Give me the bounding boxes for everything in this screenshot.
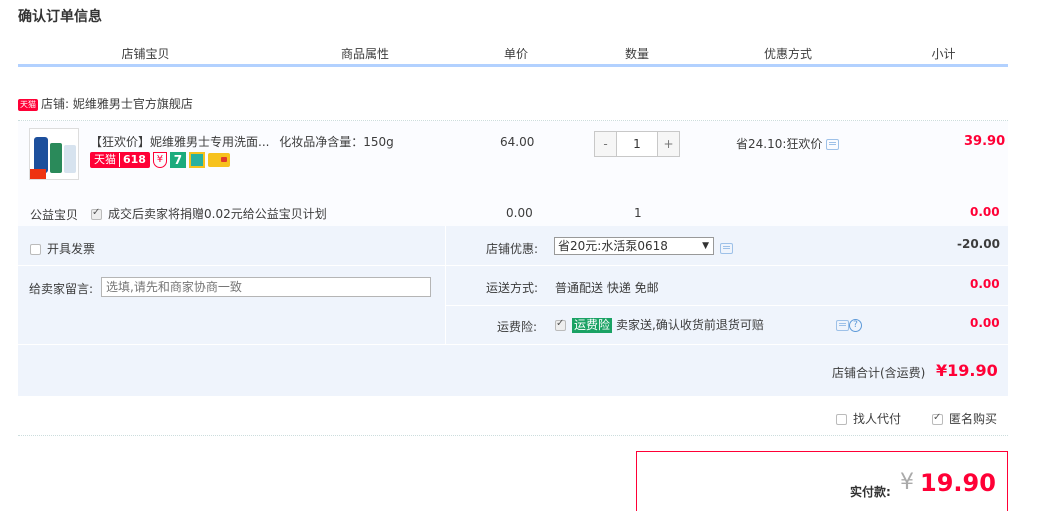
message-label: 给卖家留言: xyxy=(29,282,94,296)
product-attribute: 化妆品净含量：150g xyxy=(279,135,394,149)
proxy-pay-label: 找人代付 xyxy=(853,412,902,426)
charity-checkbox[interactable] xyxy=(91,207,102,220)
proxy-pay-checkbox[interactable] xyxy=(836,414,847,425)
header-discount: 优惠方式 xyxy=(763,47,812,61)
header-underline xyxy=(18,64,1008,67)
tmall-logo-icon: 天猫 xyxy=(18,98,38,111)
tmall-618-badge: 天猫 618 xyxy=(90,151,150,168)
shipping-amount: 0.00 xyxy=(970,277,1000,291)
product-title-link[interactable]: 【狂欢价】妮维雅男士专用洗面... xyxy=(90,135,269,149)
dropdown-arrow-icon: ▼ xyxy=(702,241,709,251)
shop-total-label: 店铺合计(含运费) xyxy=(832,366,926,380)
insurance-label: 运费险: xyxy=(497,320,538,334)
quantity-input[interactable] xyxy=(617,132,657,156)
product-thumbnail[interactable] xyxy=(29,128,79,180)
shop-discount-select[interactable]: 省20元:水活泵0618 ▼ xyxy=(554,237,714,255)
invoice-checkbox[interactable] xyxy=(30,244,41,255)
payment-amount: 19.90 xyxy=(920,469,996,497)
insurance-icons: ? xyxy=(832,318,862,332)
charity-quantity: 1 xyxy=(634,206,642,220)
shop-row: 天猫 店铺: 妮维雅男士官方旗舰店 xyxy=(18,96,193,112)
insurance-option: 运费险卖家送,确认收货前退货可赔 xyxy=(555,316,764,333)
product-badges: 天猫 618 ¥ 7 xyxy=(90,151,230,168)
message-input[interactable] xyxy=(101,277,431,297)
item-subtotal: 39.90 xyxy=(964,134,1006,149)
quantity-increase-button[interactable]: + xyxy=(657,132,679,156)
payment-label: 实付款: xyxy=(850,485,891,499)
header-attribute: 商品属性 xyxy=(340,47,389,61)
chat-icon[interactable] xyxy=(826,139,840,150)
discount-text: 省24.10:狂欢价 xyxy=(736,137,823,151)
shop-total-value: ¥19.90 xyxy=(936,361,998,380)
insurance-text: 卖家送,确认收货前退货可赔 xyxy=(616,318,764,332)
shop-name[interactable]: 店铺: 妮维雅男士官方旗舰店 xyxy=(41,97,193,111)
help-icon[interactable]: ? xyxy=(849,319,862,332)
shop-discount-amount: -20.00 xyxy=(957,237,1000,251)
shipping-method: 普通配送 快递 免邮 xyxy=(555,281,659,295)
anonymous-option: 匿名购买 xyxy=(932,410,997,427)
item-discount: 省24.10:狂欢价 xyxy=(736,135,840,152)
anonymous-label: 匿名购买 xyxy=(949,412,998,426)
charity-subtotal: 0.00 xyxy=(970,205,1000,219)
charity-label: 公益宝贝 xyxy=(30,208,79,222)
service-icon[interactable] xyxy=(188,151,205,168)
charity-text: 成交后卖家将捐赠0.02元给公益宝贝计划 xyxy=(108,207,327,221)
invoice-option: 开具发票 xyxy=(30,240,95,257)
page-title: 确认订单信息 xyxy=(18,9,102,25)
shop-discount-value: 省20元:水活泵0618 xyxy=(558,239,668,253)
product-title-row: 【狂欢价】妮维雅男士专用洗面... 化妆品净含量：150g xyxy=(90,133,394,150)
header-unit-price: 单价 xyxy=(503,47,528,61)
shipping-label: 运送方式: xyxy=(486,281,539,295)
payment-currency: ¥ xyxy=(900,470,914,495)
proxy-pay-option: 找人代付 xyxy=(836,410,901,427)
anonymous-checkbox[interactable] xyxy=(932,412,943,425)
shop-discount-label: 店铺优惠: xyxy=(486,242,539,256)
insurance-checkbox[interactable] xyxy=(555,318,566,331)
shield-icon[interactable]: ¥ xyxy=(152,151,167,168)
quantity-stepper: - + xyxy=(594,131,680,157)
header-shop-item: 店铺宝贝 xyxy=(121,47,170,61)
quantity-decrease-button[interactable]: - xyxy=(595,132,617,156)
options-divider xyxy=(445,226,446,344)
item-unit-price: 64.00 xyxy=(500,135,535,149)
insurance-tag: 运费险 xyxy=(572,318,613,333)
charity-price: 0.00 xyxy=(506,206,533,220)
header-quantity: 数量 xyxy=(624,47,649,61)
chat-icon[interactable] xyxy=(720,243,733,254)
insurance-amount: 0.00 xyxy=(970,316,1000,330)
order-table-header: 店铺宝贝 商品属性 单价 数量 优惠方式 小计 xyxy=(18,44,1008,66)
charity-option: 成交后卖家将捐赠0.02元给公益宝贝计划 xyxy=(91,205,327,222)
chat-icon[interactable] xyxy=(836,320,849,331)
invoice-label: 开具发票 xyxy=(47,242,96,256)
seven-day-return-icon[interactable]: 7 xyxy=(169,151,186,168)
credit-card-icon[interactable] xyxy=(207,152,230,167)
header-subtotal: 小计 xyxy=(931,47,956,61)
divider xyxy=(18,435,1008,436)
